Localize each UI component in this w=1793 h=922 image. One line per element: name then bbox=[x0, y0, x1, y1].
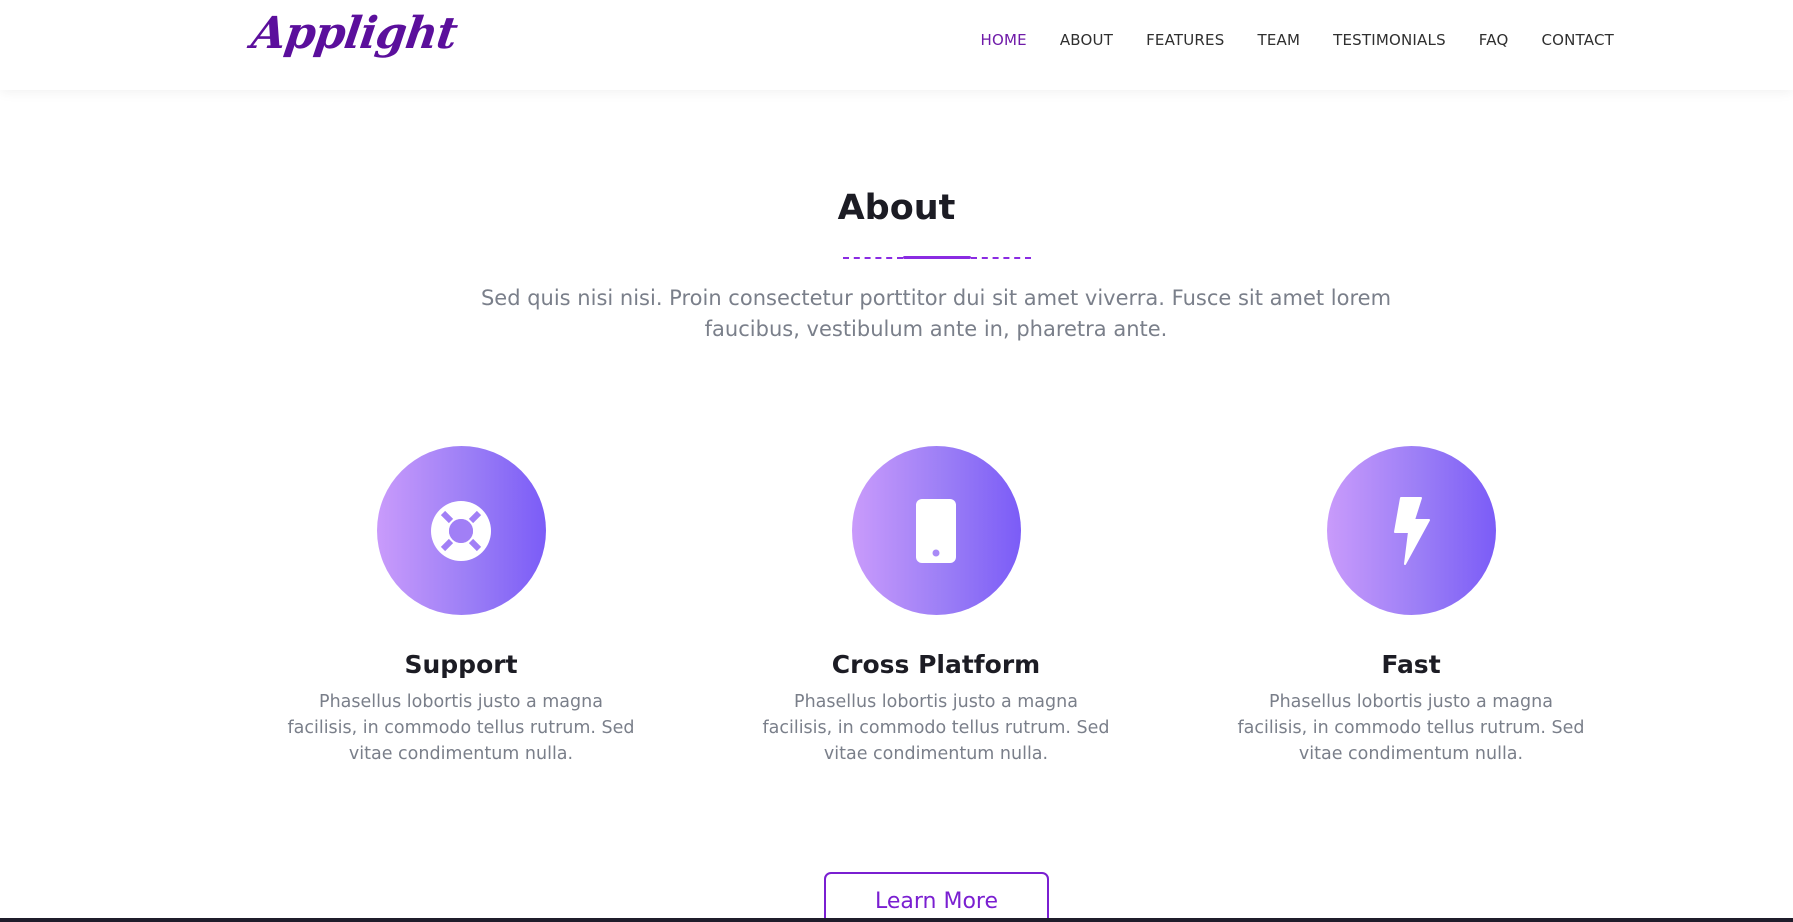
nav-item-features[interactable]: FEATURES bbox=[1146, 31, 1224, 49]
feature-title: Cross Platform bbox=[831, 650, 1041, 679]
nav-item-faq[interactable]: FAQ bbox=[1479, 31, 1509, 49]
navbar: Applight HOME ABOUT FEATURES TEAM TESTIM… bbox=[0, 0, 1793, 90]
nav-menu: HOME ABOUT FEATURES TEAM TESTIMONIALS FA… bbox=[948, 30, 1614, 49]
feature-icon-circle bbox=[376, 446, 546, 615]
learn-more-button[interactable]: Learn More bbox=[824, 872, 1049, 922]
mobile-phone-icon bbox=[916, 498, 956, 563]
feature-icon-circle bbox=[1326, 446, 1496, 615]
nav-item-team[interactable]: TEAM bbox=[1257, 31, 1300, 49]
feature-text: Phasellus lobortis justo a magna facilis… bbox=[287, 692, 635, 764]
feature-card-support: Support Phasellus lobortis justo a magna… bbox=[281, 446, 641, 767]
section-description: Sed quis nisi nisi. Proin consectetur po… bbox=[480, 286, 1392, 341]
page: Applight HOME ABOUT FEATURES TEAM TESTIM… bbox=[0, 0, 1793, 922]
life-ring-icon bbox=[431, 500, 491, 561]
feature-card-cross-platform: Cross Platform Phasellus lobortis justo … bbox=[756, 446, 1116, 767]
title-divider bbox=[843, 256, 1031, 260]
feature-text: Phasellus lobortis justo a magna facilis… bbox=[1237, 692, 1585, 764]
feature-title: Fast bbox=[1381, 650, 1441, 679]
feature-title: Support bbox=[404, 650, 518, 679]
bottom-bar bbox=[0, 918, 1793, 922]
feature-icon-circle bbox=[851, 446, 1021, 615]
nav-item-home[interactable]: HOME bbox=[981, 31, 1027, 49]
section-title: About bbox=[837, 188, 956, 228]
nav-item-contact[interactable]: CONTACT bbox=[1541, 31, 1614, 49]
feature-text: Phasellus lobortis justo a magna facilis… bbox=[762, 692, 1110, 764]
feature-card-fast: Fast Phasellus lobortis justo a magna fa… bbox=[1231, 446, 1591, 767]
lightning-bolt-icon bbox=[1394, 496, 1430, 565]
nav-item-testimonials[interactable]: TESTIMONIALS bbox=[1333, 31, 1446, 49]
brand-logo[interactable]: Applight bbox=[248, 8, 459, 59]
nav-item-about[interactable]: ABOUT bbox=[1060, 31, 1113, 49]
